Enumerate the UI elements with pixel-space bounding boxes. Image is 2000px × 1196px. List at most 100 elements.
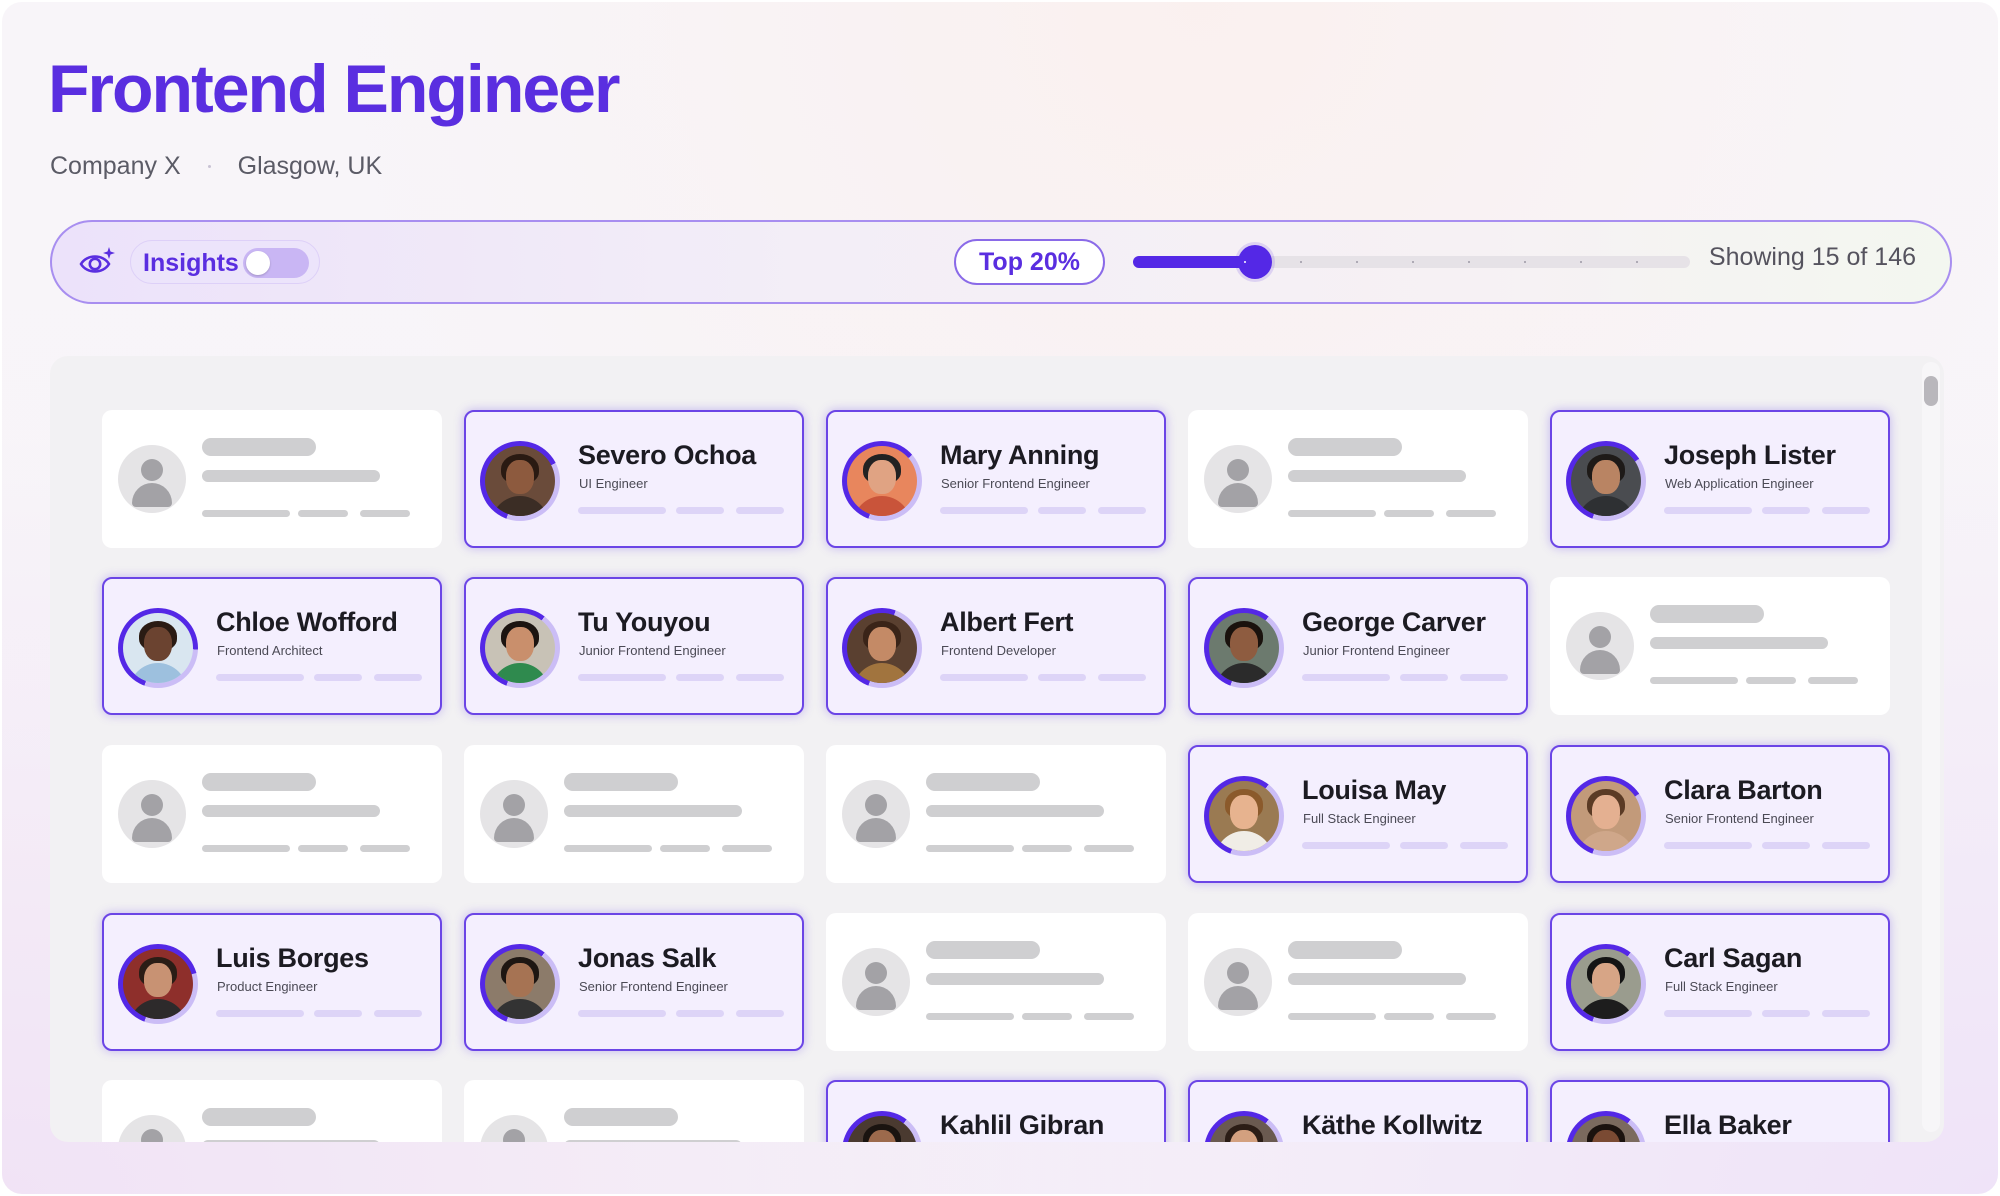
eye-sparkle-icon[interactable] <box>78 244 116 280</box>
skill-bar <box>940 674 1028 681</box>
candidate-role: Product Engineer <box>217 979 318 994</box>
skill-bar <box>1098 507 1146 514</box>
candidate-card-placeholder[interactable] <box>102 1080 442 1142</box>
candidate-card[interactable]: Severo Ochoa UI Engineer <box>464 410 804 548</box>
skeleton-line <box>1384 1013 1434 1020</box>
candidate-card-placeholder[interactable] <box>102 745 442 883</box>
candidate-name: Carl Sagan <box>1664 943 1803 973</box>
candidate-name: Clara Barton <box>1664 775 1823 805</box>
skeleton-line <box>660 845 710 852</box>
skeleton-line <box>1022 845 1072 852</box>
candidate-role: Senior Frontend Engineer <box>1665 811 1814 826</box>
candidate-role: Junior Frontend Engineer <box>1303 643 1450 658</box>
candidate-card[interactable]: Clara Barton Senior Frontend Engineer <box>1550 745 1890 883</box>
skill-bar <box>1822 1010 1870 1017</box>
percentile-slider[interactable] <box>1133 245 1690 279</box>
candidate-card-placeholder[interactable] <box>102 410 442 548</box>
candidate-card[interactable]: Joseph Lister Web Application Engineer <box>1550 410 1890 548</box>
candidate-avatar[interactable] <box>1204 608 1284 688</box>
candidate-card[interactable]: Kahlil Gibran <box>826 1080 1166 1142</box>
candidate-card[interactable]: Mary Anning Senior Frontend Engineer <box>826 410 1166 548</box>
skill-bar <box>1664 507 1752 514</box>
candidate-avatar[interactable] <box>1566 944 1646 1024</box>
candidate-name: Jonas Salk <box>578 943 717 973</box>
skill-bar <box>736 507 784 514</box>
top-percent-badge[interactable]: Top 20% <box>954 239 1105 285</box>
skill-bar <box>676 1010 724 1017</box>
candidate-role: Frontend Developer <box>941 643 1056 658</box>
candidate-avatar[interactable] <box>842 1111 922 1142</box>
candidate-avatar[interactable] <box>480 608 560 688</box>
candidate-avatar[interactable] <box>842 608 922 688</box>
candidate-card-placeholder[interactable] <box>826 745 1166 883</box>
skill-bar <box>1038 674 1086 681</box>
candidate-name: Kahlil Gibran <box>940 1110 1105 1140</box>
user-placeholder-icon <box>480 1115 548 1142</box>
candidate-avatar[interactable] <box>118 608 198 688</box>
candidate-avatar[interactable] <box>1566 441 1646 521</box>
user-placeholder-icon <box>1566 612 1634 680</box>
user-placeholder-icon <box>842 780 910 848</box>
slider-tick <box>1356 261 1358 263</box>
candidate-card-placeholder[interactable] <box>1188 913 1528 1051</box>
skill-bar <box>736 1010 784 1017</box>
candidate-card[interactable]: Jonas Salk Senior Frontend Engineer <box>464 913 804 1051</box>
skeleton-line <box>1084 845 1134 852</box>
candidate-card[interactable]: Albert Fert Frontend Developer <box>826 577 1166 715</box>
skill-bar <box>578 1010 666 1017</box>
candidate-card[interactable]: Luis Borges Product Engineer <box>102 913 442 1051</box>
skeleton-line <box>202 805 380 817</box>
candidate-role: Web Application Engineer <box>1665 476 1814 491</box>
candidate-avatar[interactable] <box>842 441 922 521</box>
candidate-card-placeholder[interactable] <box>1550 577 1890 715</box>
skill-bar <box>1822 842 1870 849</box>
insights-toggle[interactable] <box>243 248 309 278</box>
skill-bar <box>1302 674 1390 681</box>
skeleton-line <box>1446 1013 1496 1020</box>
candidate-card[interactable]: Chloe Wofford Frontend Architect <box>102 577 442 715</box>
skeleton-line <box>202 845 290 852</box>
skeleton-line <box>926 973 1104 985</box>
skill-bar <box>1762 507 1810 514</box>
candidate-avatar[interactable] <box>1566 776 1646 856</box>
skeleton-line <box>926 773 1040 791</box>
scroll-track[interactable] <box>1922 362 1940 1132</box>
candidate-avatar[interactable] <box>118 944 198 1024</box>
candidate-avatar[interactable] <box>1204 1111 1284 1142</box>
candidate-avatar[interactable] <box>480 944 560 1024</box>
candidate-card-placeholder[interactable] <box>826 913 1166 1051</box>
candidate-name: Chloe Wofford <box>216 607 398 637</box>
job-location: Glasgow, UK <box>237 152 383 180</box>
skill-bar <box>216 674 304 681</box>
skeleton-line <box>202 470 380 482</box>
candidate-card-placeholder[interactable] <box>464 1080 804 1142</box>
skeleton-line <box>1288 470 1466 482</box>
candidate-card[interactable]: Tu Youyou Junior Frontend Engineer <box>464 577 804 715</box>
candidate-card[interactable]: Ella Baker <box>1550 1080 1890 1142</box>
insights-toggle-group[interactable]: Insights <box>130 240 320 284</box>
skeleton-line <box>564 845 652 852</box>
candidate-avatar[interactable] <box>1204 776 1284 856</box>
skeleton-line <box>298 845 348 852</box>
user-placeholder-icon <box>1204 445 1272 513</box>
candidate-card-placeholder[interactable] <box>464 745 804 883</box>
candidate-name: Mary Anning <box>940 440 1100 470</box>
candidate-card[interactable]: George Carver Junior Frontend Engineer <box>1188 577 1528 715</box>
candidate-avatar[interactable] <box>480 441 560 521</box>
candidate-card[interactable]: Louisa May Full Stack Engineer <box>1188 745 1528 883</box>
candidate-card[interactable]: Carl Sagan Full Stack Engineer <box>1550 913 1890 1051</box>
slider-tick <box>1580 261 1582 263</box>
user-placeholder-icon <box>842 948 910 1016</box>
candidate-card-placeholder[interactable] <box>1188 410 1528 548</box>
skeleton-line <box>564 805 742 817</box>
candidate-card[interactable]: Käthe Kollwitz <box>1188 1080 1528 1142</box>
skill-bar <box>1098 674 1146 681</box>
candidate-name: Ella Baker <box>1664 1110 1792 1140</box>
candidate-name: Käthe Kollwitz <box>1302 1110 1483 1140</box>
skeleton-line <box>202 1140 380 1142</box>
candidate-avatar[interactable] <box>1566 1111 1646 1142</box>
slider-tick <box>1412 261 1414 263</box>
skill-bar <box>1762 1010 1810 1017</box>
scrollbar-thumb[interactable] <box>1924 376 1938 406</box>
user-placeholder-icon <box>118 445 186 513</box>
